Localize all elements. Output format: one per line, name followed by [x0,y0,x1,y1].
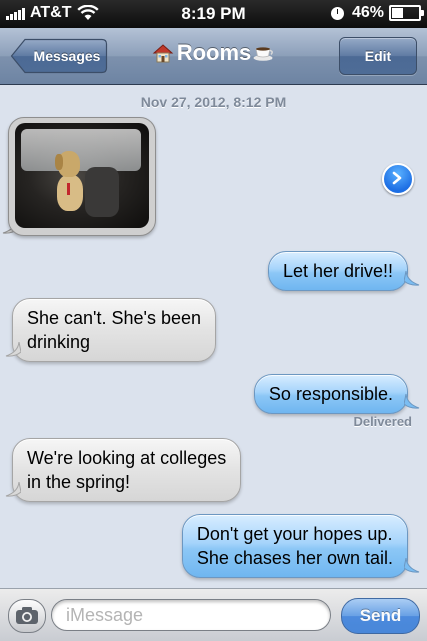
message-bubble-received[interactable]: She can't. She's been drinking [12,298,216,362]
battery-fill [392,8,403,18]
house-icon [152,44,174,63]
title-text: Rooms [176,40,252,65]
message-text-line: drinking [27,332,91,352]
delivered-status: Delivered [353,414,412,429]
clock-icon [330,6,344,20]
edit-button[interactable]: Edit [339,37,417,75]
battery-percent: 46% [351,4,384,21]
nav-bar: Messages Rooms Edit [0,28,427,85]
message-text-line: in the spring! [27,472,131,492]
message-bubble-sent[interactable]: So responsible. [253,374,408,414]
bubble-tail [5,342,21,357]
bubble-tail [404,394,420,409]
message-text-line: Don't get your hopes up. [196,524,393,544]
message-bubble-sent[interactable]: Let her drive!! [267,251,408,291]
camera-button[interactable] [8,599,46,633]
battery-icon [389,5,424,21]
chevron-right-icon[interactable] [382,163,414,195]
send-button[interactable]: Send [341,598,420,634]
dog-in-car-photo[interactable] [15,123,149,228]
message-bubble-sent[interactable]: Don't get your hopes up. She chases her … [181,514,408,578]
bubble-tail [404,558,420,573]
message-bubble-received[interactable]: We're looking at colleges in the spring! [12,438,242,502]
camera-icon [16,607,38,624]
coffee-icon [253,47,274,61]
bubble-tail [5,482,21,497]
message-text-line: She chases her own tail. [196,548,393,568]
message-input[interactable] [51,599,331,631]
compose-bar: Send [0,588,427,641]
bubble-tail [404,271,420,286]
message-text: Let her drive!! [282,261,393,281]
conversation-timestamp: Nov 27, 2012, 8:12 PM [140,94,287,110]
message-text-line: She can't. She's been [27,308,201,328]
status-right: 46% [330,4,424,22]
photo-message-bubble[interactable] [8,117,156,236]
message-text: So responsible. [268,384,393,404]
status-bar: AT&T 8:19 PM 46% [0,0,427,28]
message-text-line: We're looking at colleges [27,448,227,468]
